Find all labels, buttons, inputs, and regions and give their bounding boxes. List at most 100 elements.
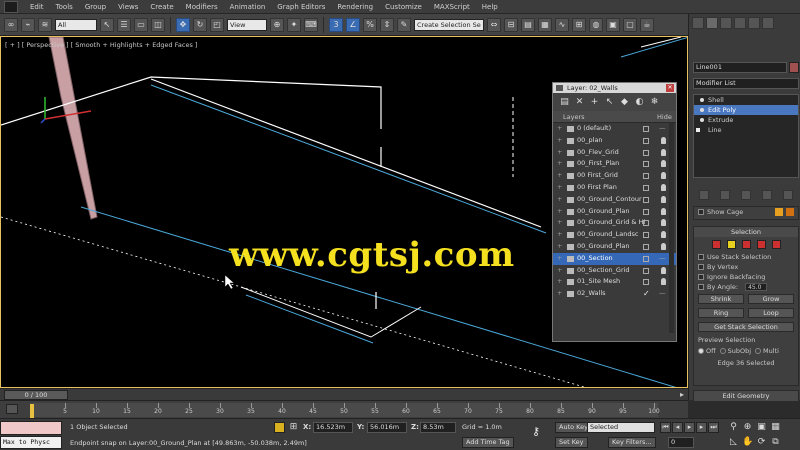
border-mode-icon[interactable] [741,240,751,249]
expand-icon[interactable]: + [557,241,562,253]
layer-row[interactable]: +00_Section — [553,252,676,265]
radio-off[interactable] [698,348,704,354]
maximize-viewport-icon[interactable]: ⧉ [770,437,781,448]
close-icon[interactable]: ✕ [666,84,674,92]
align-icon[interactable]: ⊟ [504,17,518,32]
layer-active-toggle[interactable] [643,232,649,239]
lightbulb-icon[interactable] [661,183,666,191]
lightbulb-icon[interactable] [661,148,666,156]
delete-layer-icon[interactable]: ✕ [574,97,585,108]
hide-dash-icon[interactable]: — [659,123,666,135]
by-vertex-checkbox[interactable] [698,264,704,270]
radio-subobj-row[interactable]: SubObj [719,347,751,355]
layer-row[interactable]: +00_Ground_Contour [553,194,676,206]
selection-rollout-title[interactable]: Selection [694,227,798,237]
expand-icon[interactable]: + [557,217,562,229]
layer-active-toggle[interactable] [643,279,649,286]
zoom-all-icon[interactable]: ⊕ [742,422,753,433]
play-icon[interactable]: ▸ [684,422,695,433]
x-coord-field[interactable]: 16.523m [313,422,353,433]
app-logo-icon[interactable] [4,0,18,13]
ring-button[interactable]: Ring [698,308,744,318]
zoom-icon[interactable]: ⚲ [728,422,739,433]
menu-item-rendering[interactable]: Rendering [331,3,379,11]
hide-dash-icon[interactable]: — [659,288,666,300]
z-coord-field[interactable]: 8.53m [420,422,456,433]
modifier-stack-item[interactable]: Extrude [694,115,798,125]
lightbulb-icon[interactable] [661,219,666,227]
time-slider[interactable]: 0 / 100 ▸ [0,388,688,400]
expand-icon[interactable]: + [557,123,562,135]
prev-frame-icon[interactable]: ◂ [672,422,683,433]
window-crossing-icon[interactable]: ◫ [151,17,165,32]
menu-item-graph-editors[interactable]: Graph Editors [271,3,331,11]
selection-filter-dropdown[interactable]: All [55,18,97,31]
expand-icon[interactable]: + [557,147,562,159]
cage-color-1[interactable] [775,208,783,216]
layer-active-toggle[interactable] [643,126,649,132]
expand-icon[interactable]: + [557,135,562,147]
modifier-bulb-icon[interactable] [700,108,704,112]
field-of-view-icon[interactable]: ◺ [728,437,739,448]
cage-color-2[interactable] [786,208,794,216]
modifier-bulb-icon[interactable] [700,118,704,122]
snaps-toggle-icon[interactable]: 3 [329,17,343,32]
keyboard-shortcut-icon[interactable]: ⌨ [304,17,318,32]
shrink-button[interactable]: Shrink [698,294,744,304]
maxscript-listener-top[interactable] [0,421,62,435]
display-tab-icon[interactable] [748,17,760,29]
lightbulb-icon[interactable] [661,207,666,215]
material-editor-icon[interactable]: ◍ [589,17,603,32]
radio-off-row[interactable]: Off [698,347,716,355]
by-angle-row[interactable]: By Angle: 45.0 [694,282,798,292]
lightbulb-icon[interactable] [661,242,666,250]
selection-lock-icon[interactable] [274,422,285,433]
layer-active-toggle[interactable] [643,161,649,168]
viewport-label[interactable]: [ + ] [ Perspective ] [ Smooth + Highlig… [5,41,197,49]
object-name-field[interactable]: Line001 [693,62,787,73]
utilities-tab-icon[interactable] [762,17,774,29]
layer-row[interactable]: +02_Walls ✓ — [553,288,676,300]
layer-row[interactable]: +00_Flev_Grid [553,147,676,159]
layer-row[interactable]: +01_Site Mesh [553,276,676,288]
y-coord-field[interactable]: 56.016m [367,422,407,433]
show-cage-checkbox[interactable] [698,209,704,215]
select-scale-icon[interactable]: ◰ [210,17,224,32]
menu-item-tools[interactable]: Tools [50,3,79,11]
add-time-tag-button[interactable]: Add Time Tag [462,437,514,448]
zoom-extents-icon[interactable]: ▣ [756,422,767,433]
layer-row[interactable]: +00_Section_Grid [553,265,676,277]
modify-tab-icon[interactable] [706,17,718,29]
menu-item-create[interactable]: Create [144,3,179,11]
select-manipulate-icon[interactable]: ✦ [287,17,301,32]
expand-icon[interactable]: + [557,229,562,241]
add-to-layer-icon[interactable]: + [589,97,600,108]
layer-active-toggle[interactable] [643,173,649,180]
grow-button[interactable]: Grow [748,294,794,304]
set-key-button[interactable]: Set Key [555,437,588,448]
menu-item-group[interactable]: Group [79,3,112,11]
absolute-mode-icon[interactable]: ⊞ [288,422,299,433]
layer-row[interactable]: +00 First_Grid [553,170,676,182]
layer-active-toggle[interactable] [643,137,649,144]
expand-icon[interactable]: + [557,265,562,277]
use-stack-selection-row[interactable]: Use Stack Selection [694,252,798,262]
maxscript-listener-input[interactable]: Max to Physc [0,436,62,449]
layer-row[interactable]: +00_First_Plan [553,158,676,170]
hide-all-icon[interactable]: ◐ [634,97,645,108]
base-object-icon[interactable] [696,128,700,132]
select-by-name-icon[interactable]: ☰ [117,17,131,32]
layer-active-toggle[interactable] [643,184,649,191]
layer-active-toggle[interactable] [643,267,649,274]
render-setup-icon[interactable]: ▣ [606,17,620,32]
layer-row[interactable]: +00_Ground_Landsc [553,229,676,241]
layer-active-toggle[interactable] [643,243,649,250]
spinner-snap-icon[interactable]: ⇕ [380,17,394,32]
expand-icon[interactable]: + [557,194,562,206]
layer-row[interactable]: +00 First Plan [553,182,676,194]
unlink-icon[interactable]: ⌁ [21,17,35,32]
select-in-layer-icon[interactable]: ↖ [604,97,615,108]
layer-row[interactable]: +00_Ground_Grid & Hi [553,217,676,229]
pan-icon[interactable]: ✋ [742,437,753,448]
radio-multi-row[interactable]: Multi [755,347,779,355]
